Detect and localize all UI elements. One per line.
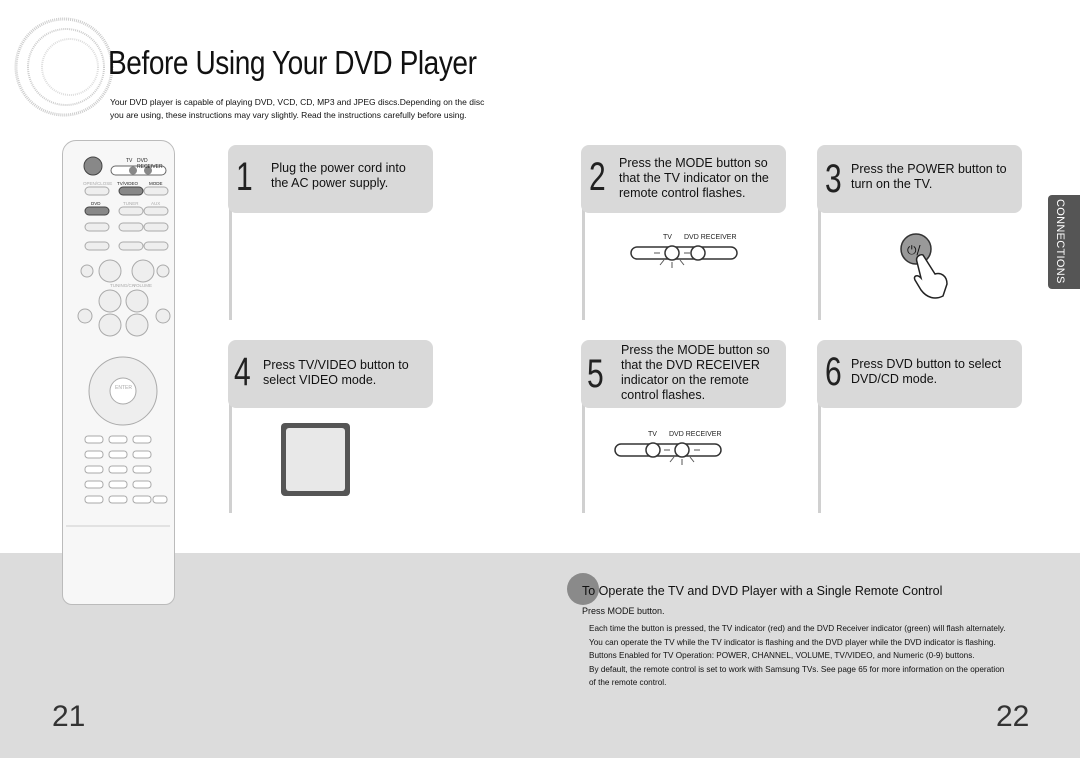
- tv-indicator-flashing-icon: [630, 245, 738, 268]
- remote-aux-label: AUX: [151, 201, 161, 206]
- step-1-card: 1 Plug the power cord into the AC power …: [228, 145, 433, 213]
- connections-tab: CONNECTIONS: [1048, 195, 1080, 289]
- page-title: Before Using Your DVD Player: [108, 44, 477, 81]
- step6-rule: [818, 395, 821, 513]
- step-2-card: 2 Press the MODE button so that the TV i…: [581, 145, 786, 213]
- operation-title: To Operate the TV and DVD Player with a …: [582, 584, 943, 598]
- power-button-press-icon: ⏻/: [900, 233, 948, 299]
- remote-open-close-label: OPEN/CLOSE: [83, 181, 113, 186]
- remote-tuner-label: TUNER: [123, 201, 139, 206]
- step-text: Press the MODE button so that the DVD RE…: [621, 343, 770, 402]
- step5-rule: [582, 395, 585, 513]
- disc-decoration-icon: [14, 17, 114, 117]
- intro-text: Your DVD player is capable of playing DV…: [110, 97, 485, 120]
- remote-tv-label: TV: [126, 158, 133, 164]
- step-number: 6: [825, 350, 842, 394]
- step-text: Press DVD button to select DVD/CD mode.: [851, 357, 1002, 386]
- remote-dvd-receiver-label: DVD RECEIVER: [137, 158, 163, 170]
- operation-notes: Each time the button is pressed, the TV …: [589, 622, 1009, 690]
- dvd-indicator-flashing-icon: [614, 442, 722, 465]
- step-text: Press the POWER button to turn on the TV…: [851, 162, 1007, 191]
- page-number-left: 21: [52, 700, 86, 733]
- remote-dvd-label: DVD: [91, 201, 101, 206]
- remote-tuning-label: TUNING/CH: [110, 283, 135, 288]
- remote-tv-video-label: TV/VIDEO: [117, 181, 139, 186]
- note: By default, the remote control is set to…: [589, 664, 1005, 688]
- step3-rule: [818, 200, 821, 320]
- note: Each time the button is pressed, the TV …: [589, 624, 1006, 633]
- remote-enter-label: ENTER: [115, 385, 132, 391]
- step-number: 1: [236, 155, 253, 199]
- connections-label: CONNECTIONS: [1054, 199, 1066, 284]
- remote-volume-label: VOLUME: [133, 283, 153, 288]
- step2-rule: [582, 200, 585, 320]
- step-text: Press TV/VIDEO button to select VIDEO mo…: [263, 358, 409, 387]
- operation-instruction: Press MODE button.: [582, 606, 665, 616]
- step-4-card: 4 Press TV/VIDEO button to select VIDEO …: [228, 340, 433, 408]
- step-number: 5: [587, 352, 604, 396]
- step-number: 3: [825, 157, 842, 201]
- page-number-right: 22: [996, 700, 1030, 733]
- remote-buttons-icon: [66, 156, 171, 527]
- remote-mode-label: MODE: [149, 181, 163, 186]
- step-5-card: 5 Press the MODE button so that the DVD …: [581, 340, 786, 408]
- remote-control-illustration: TV DVD RECEIVER OPEN/CLOSE TV/VIDEO MODE…: [62, 140, 175, 605]
- step-3-card: 3 Press the POWER button to turn on the …: [817, 145, 1022, 213]
- step-number: 2: [589, 155, 606, 199]
- step-number: 4: [234, 350, 251, 394]
- step-text: Plug the power cord into the AC power su…: [271, 161, 406, 190]
- tv-screen-illustration: [281, 423, 350, 496]
- step1-rule: [229, 200, 232, 320]
- step4-rule: [229, 395, 232, 513]
- step-6-card: 6 Press DVD button to select DVD/CD mode…: [817, 340, 1022, 408]
- note: You can operate the TV while the TV indi…: [589, 637, 996, 647]
- note: Buttons Enabled for TV Operation: POWER,…: [589, 651, 975, 660]
- step-text: Press the MODE button so that the TV ind…: [619, 156, 769, 200]
